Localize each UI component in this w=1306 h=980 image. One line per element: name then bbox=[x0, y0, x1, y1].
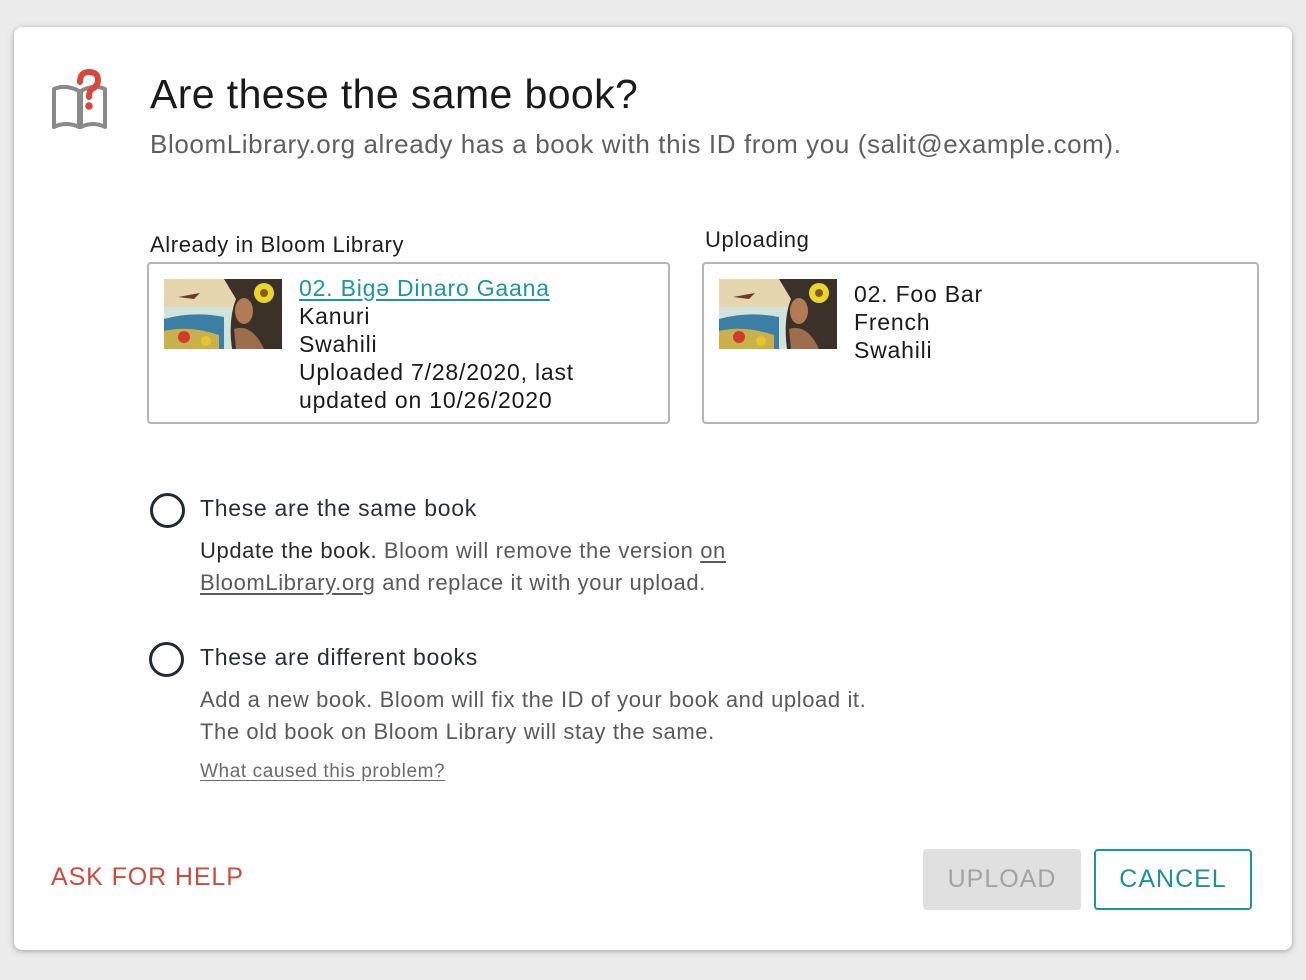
same-book-desc-before: Bloom will remove the version bbox=[377, 538, 701, 563]
same-book-option-title[interactable]: These are the same book bbox=[200, 495, 477, 522]
same-book-desc-after: and replace it with your upload. bbox=[375, 570, 706, 595]
uploading-book-thumbnail bbox=[719, 279, 837, 349]
same-book-option-description: Update the book. Bloom will remove the v… bbox=[200, 535, 800, 599]
existing-book-uploaded: Uploaded 7/28/2020, last bbox=[299, 359, 574, 385]
uploading-book-title: 02. Foo Bar bbox=[854, 281, 983, 307]
different-books-option-description: Add a new book. Bloom will fix the ID of… bbox=[200, 687, 867, 744]
existing-book-title-link[interactable]: 02. Bigə Dinaro Gaana bbox=[299, 274, 574, 302]
dialog-title: Are these the same book? bbox=[150, 71, 639, 117]
ask-for-help-button[interactable]: ASK FOR HELP bbox=[51, 863, 244, 892]
duplicate-book-dialog: Are these the same book? BloomLibrary.or… bbox=[14, 27, 1292, 950]
uploading-book-details: 02. Foo Bar French Swahili bbox=[854, 280, 983, 364]
uploading-book-card: 02. Foo Bar French Swahili bbox=[702, 262, 1259, 424]
uploading-book-language-1: French bbox=[854, 309, 931, 335]
cancel-button[interactable]: CANCEL bbox=[1094, 849, 1252, 910]
uploading-book-label: Uploading bbox=[705, 227, 810, 252]
existing-book-language-1: Kanuri bbox=[299, 303, 371, 329]
existing-book-updated: updated on 10/26/2020 bbox=[299, 387, 553, 413]
dialog-subtitle: BloomLibrary.org already has a book with… bbox=[150, 129, 1122, 159]
different-books-radio[interactable] bbox=[149, 642, 184, 677]
existing-book-card: 02. Bigə Dinaro Gaana Kanuri Swahili Upl… bbox=[147, 262, 670, 424]
existing-book-label: Already in Bloom Library bbox=[150, 232, 405, 257]
different-books-option-title[interactable]: These are different books bbox=[200, 644, 478, 671]
same-book-desc-strong: Update the book. bbox=[200, 538, 378, 563]
existing-book-language-2: Swahili bbox=[299, 331, 378, 357]
what-caused-problem-link[interactable]: What caused this problem? bbox=[200, 761, 445, 783]
same-book-radio[interactable] bbox=[150, 493, 185, 528]
book-question-icon bbox=[50, 68, 110, 135]
uploading-book-language-2: Swahili bbox=[854, 337, 933, 363]
existing-book-details: 02. Bigə Dinaro Gaana Kanuri Swahili Upl… bbox=[299, 274, 574, 414]
upload-button[interactable]: UPLOAD bbox=[923, 849, 1081, 910]
existing-book-thumbnail bbox=[164, 279, 282, 349]
